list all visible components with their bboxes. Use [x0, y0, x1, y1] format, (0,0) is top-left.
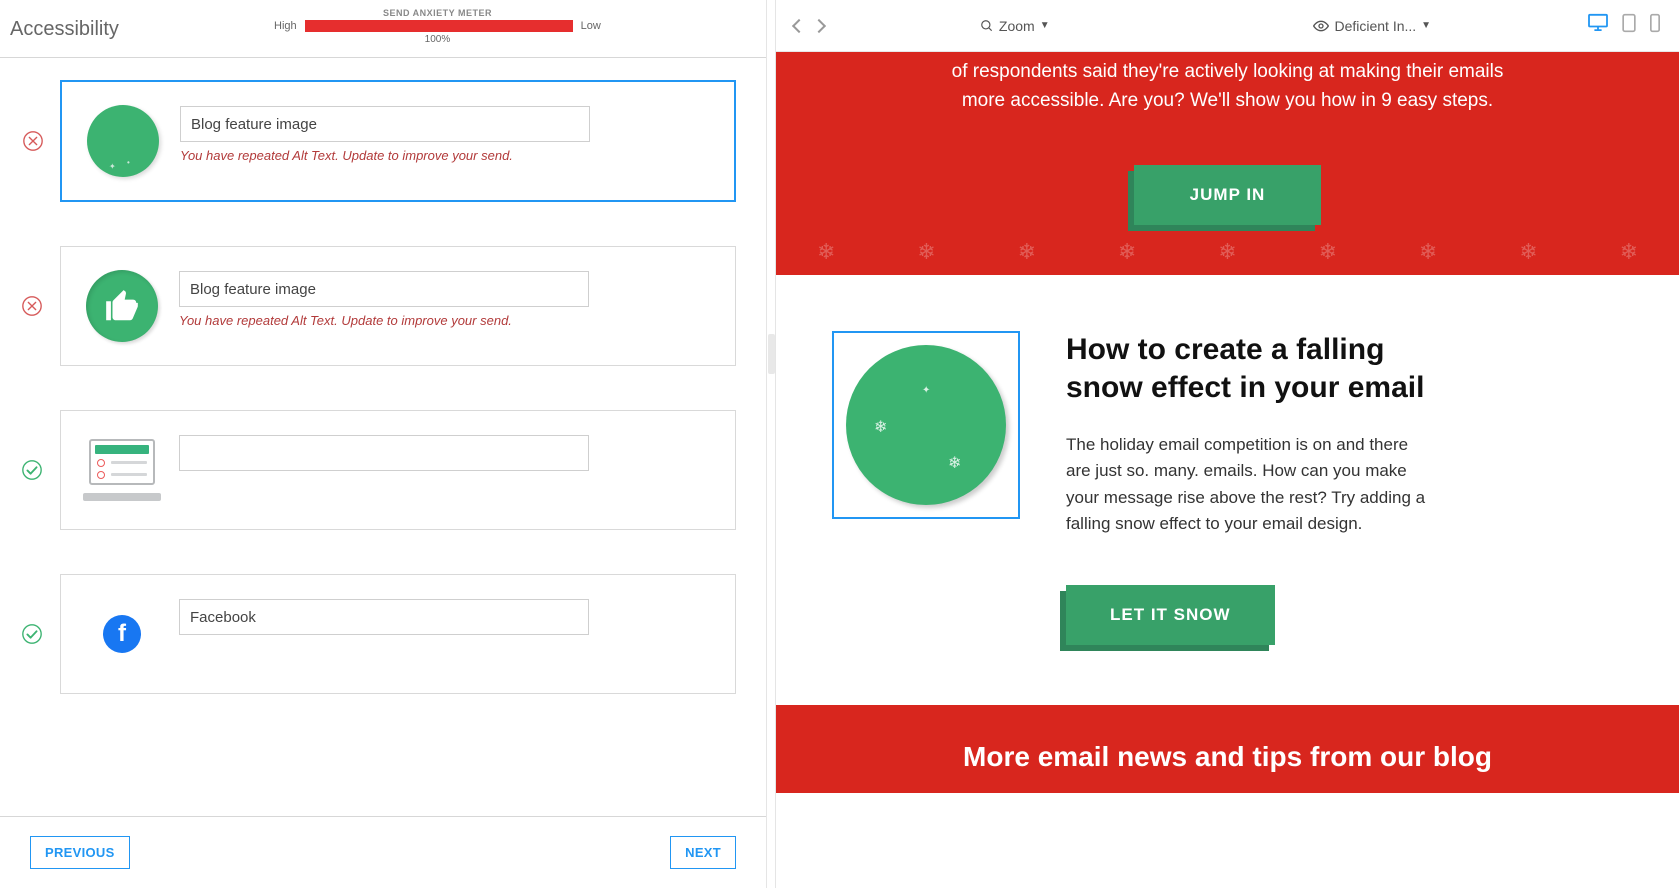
article-body: The holiday email competition is on and … [1066, 432, 1436, 537]
preview-panel: Zoom ▼ Deficient In... ▼ [776, 0, 1679, 888]
chevron-left-icon [792, 18, 806, 32]
blog-band-title: More email news and tips from our blog [796, 741, 1659, 773]
caret-down-icon: ▼ [1421, 20, 1431, 31]
alt-text-list[interactable]: ✦ • You have repeated Alt Text. Update t… [0, 58, 766, 816]
desktop-icon [1587, 13, 1609, 31]
article-section: ❄ ✦ ❄ How to create a falling snow effec… [776, 275, 1679, 705]
preview-toolbar: Zoom ▼ Deficient In... ▼ [776, 0, 1679, 52]
thumbnail-laptop [83, 431, 161, 509]
tablet-icon [1621, 13, 1637, 33]
alt-text-input[interactable] [179, 271, 589, 307]
send-anxiety-meter: SEND ANXIETY METER High Low 100% [119, 8, 756, 45]
blog-band: More email news and tips from our blog [776, 705, 1679, 793]
zoom-dropdown[interactable]: Zoom ▼ [980, 18, 1050, 34]
let-it-snow-button[interactable]: LET IT SNOW [1066, 585, 1275, 645]
accessibility-header: Accessibility SEND ANXIETY METER High Lo… [0, 0, 766, 58]
eye-icon [1313, 20, 1329, 32]
tablet-view-button[interactable] [1621, 13, 1637, 38]
previous-button[interactable]: PREVIOUS [30, 836, 130, 869]
mobile-icon [1649, 13, 1661, 33]
vision-filter-dropdown[interactable]: Deficient In... ▼ [1313, 18, 1431, 34]
caret-down-icon: ▼ [1040, 20, 1050, 31]
error-message: You have repeated Alt Text. Update to im… [180, 148, 712, 163]
drag-grip-icon[interactable] [768, 334, 775, 374]
article-title: How to create a falling snow effect in y… [1066, 331, 1436, 406]
alt-text-item[interactable] [60, 410, 736, 530]
accessibility-panel: Accessibility SEND ANXIETY METER High Lo… [0, 0, 766, 888]
snowflake-decoration: ❄❄❄❄❄❄❄❄❄ [776, 239, 1679, 275]
error-icon [22, 130, 44, 152]
alt-text-item[interactable]: f [60, 574, 736, 694]
thumbnail-facebook: f [83, 595, 161, 673]
success-icon [21, 459, 43, 481]
snow-circle-image: ❄ ✦ ❄ [846, 345, 1006, 505]
panel-footer: PREVIOUS NEXT [0, 816, 766, 888]
next-button[interactable]: NEXT [670, 836, 736, 869]
pane-divider[interactable] [766, 0, 776, 888]
hero-section: of respondents said they're actively loo… [776, 52, 1679, 275]
article-image-selected[interactable]: ❄ ✦ ❄ [832, 331, 1020, 519]
thumbnail-snow-circle: ✦ • [84, 102, 162, 180]
alt-text-item[interactable]: ✦ • You have repeated Alt Text. Update t… [60, 80, 736, 202]
alt-text-input[interactable] [179, 599, 589, 635]
panel-title: Accessibility [10, 18, 119, 41]
hero-text: of respondents said they're actively loo… [938, 52, 1518, 115]
code-toggle[interactable] [794, 21, 824, 31]
email-preview[interactable]: of respondents said they're actively loo… [776, 52, 1679, 888]
jump-in-button[interactable]: JUMP IN [1134, 165, 1322, 225]
mobile-view-button[interactable] [1649, 13, 1661, 38]
error-icon [21, 295, 43, 317]
desktop-view-button[interactable] [1587, 13, 1609, 38]
success-icon [21, 623, 43, 645]
alt-text-input[interactable] [179, 435, 589, 471]
meter-bar [305, 20, 573, 32]
alt-text-input[interactable] [180, 106, 590, 142]
chevron-right-icon [812, 18, 826, 32]
error-message: You have repeated Alt Text. Update to im… [179, 313, 713, 328]
search-icon [980, 19, 994, 33]
alt-text-item[interactable]: You have repeated Alt Text. Update to im… [60, 246, 736, 366]
thumbnail-thumbs-up [83, 267, 161, 345]
